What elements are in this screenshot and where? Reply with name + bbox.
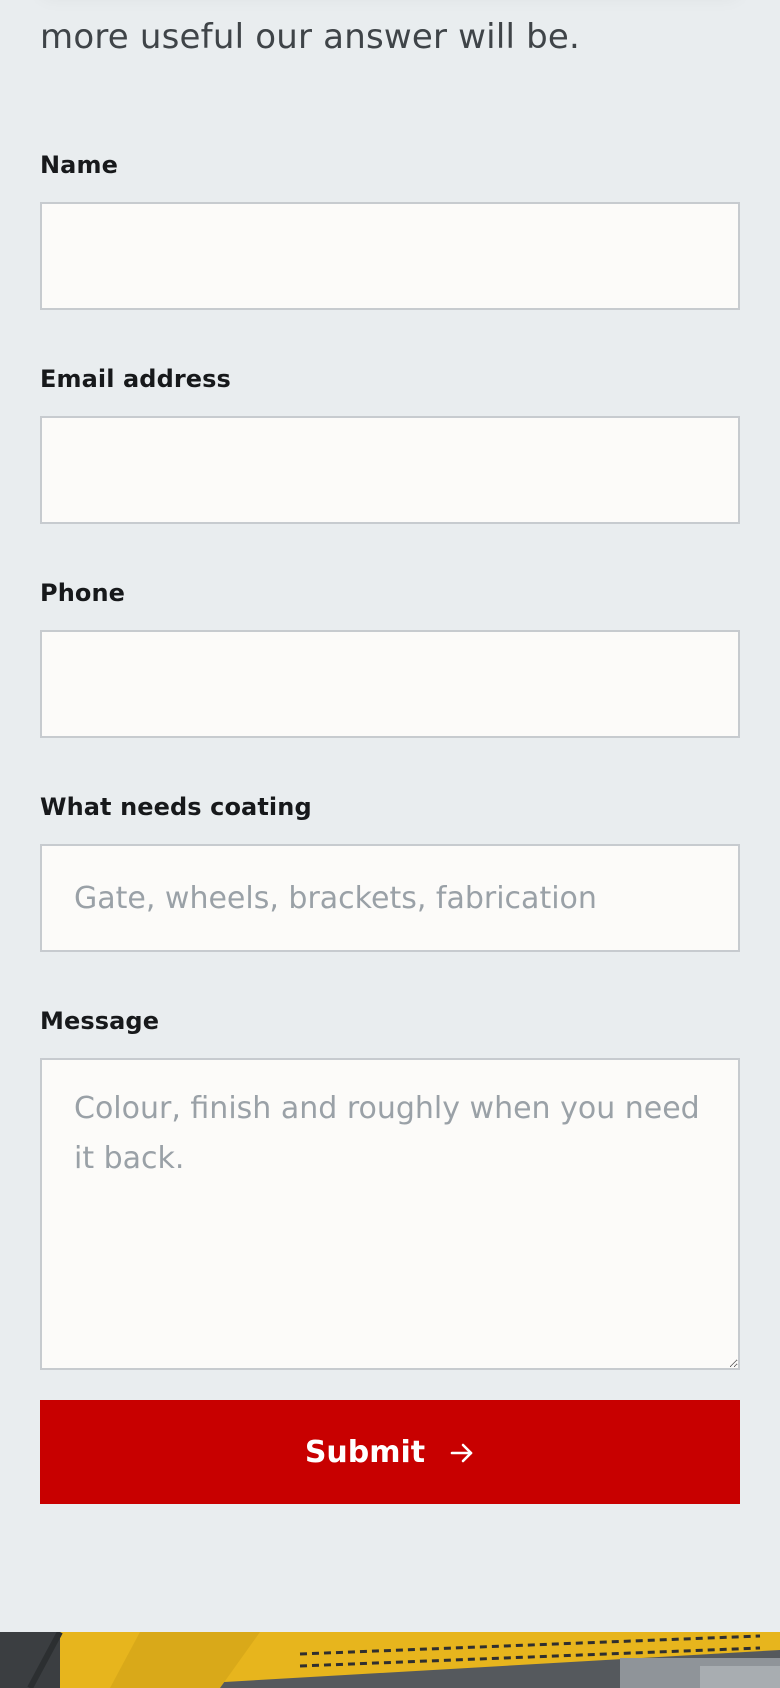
name-label: Name	[40, 151, 118, 179]
coating-label: What needs coating	[40, 793, 312, 821]
name-input[interactable]	[40, 202, 740, 310]
submit-button-label: Submit	[304, 1434, 426, 1470]
message-label: Message	[40, 1007, 160, 1035]
arrow-right-icon	[449, 1439, 475, 1465]
contact-form: Name Email address Phone What needs coat…	[40, 148, 740, 1370]
intro-text: more useful our answer will be.	[40, 17, 581, 57]
coating-input[interactable]	[40, 844, 740, 952]
message-field-group: Message	[40, 1004, 740, 1370]
phone-field-group: Phone	[40, 576, 740, 738]
email-input[interactable]	[40, 416, 740, 524]
message-textarea[interactable]	[40, 1058, 740, 1370]
phone-input[interactable]	[40, 630, 740, 738]
submit-button[interactable]: Submit	[40, 1400, 740, 1504]
email-label: Email address	[40, 365, 231, 393]
coating-field-group: What needs coating	[40, 790, 740, 952]
phone-label: Phone	[40, 579, 126, 607]
workshop-photo	[0, 1632, 780, 1688]
email-field-group: Email address	[40, 362, 740, 524]
name-field-group: Name	[40, 148, 740, 310]
